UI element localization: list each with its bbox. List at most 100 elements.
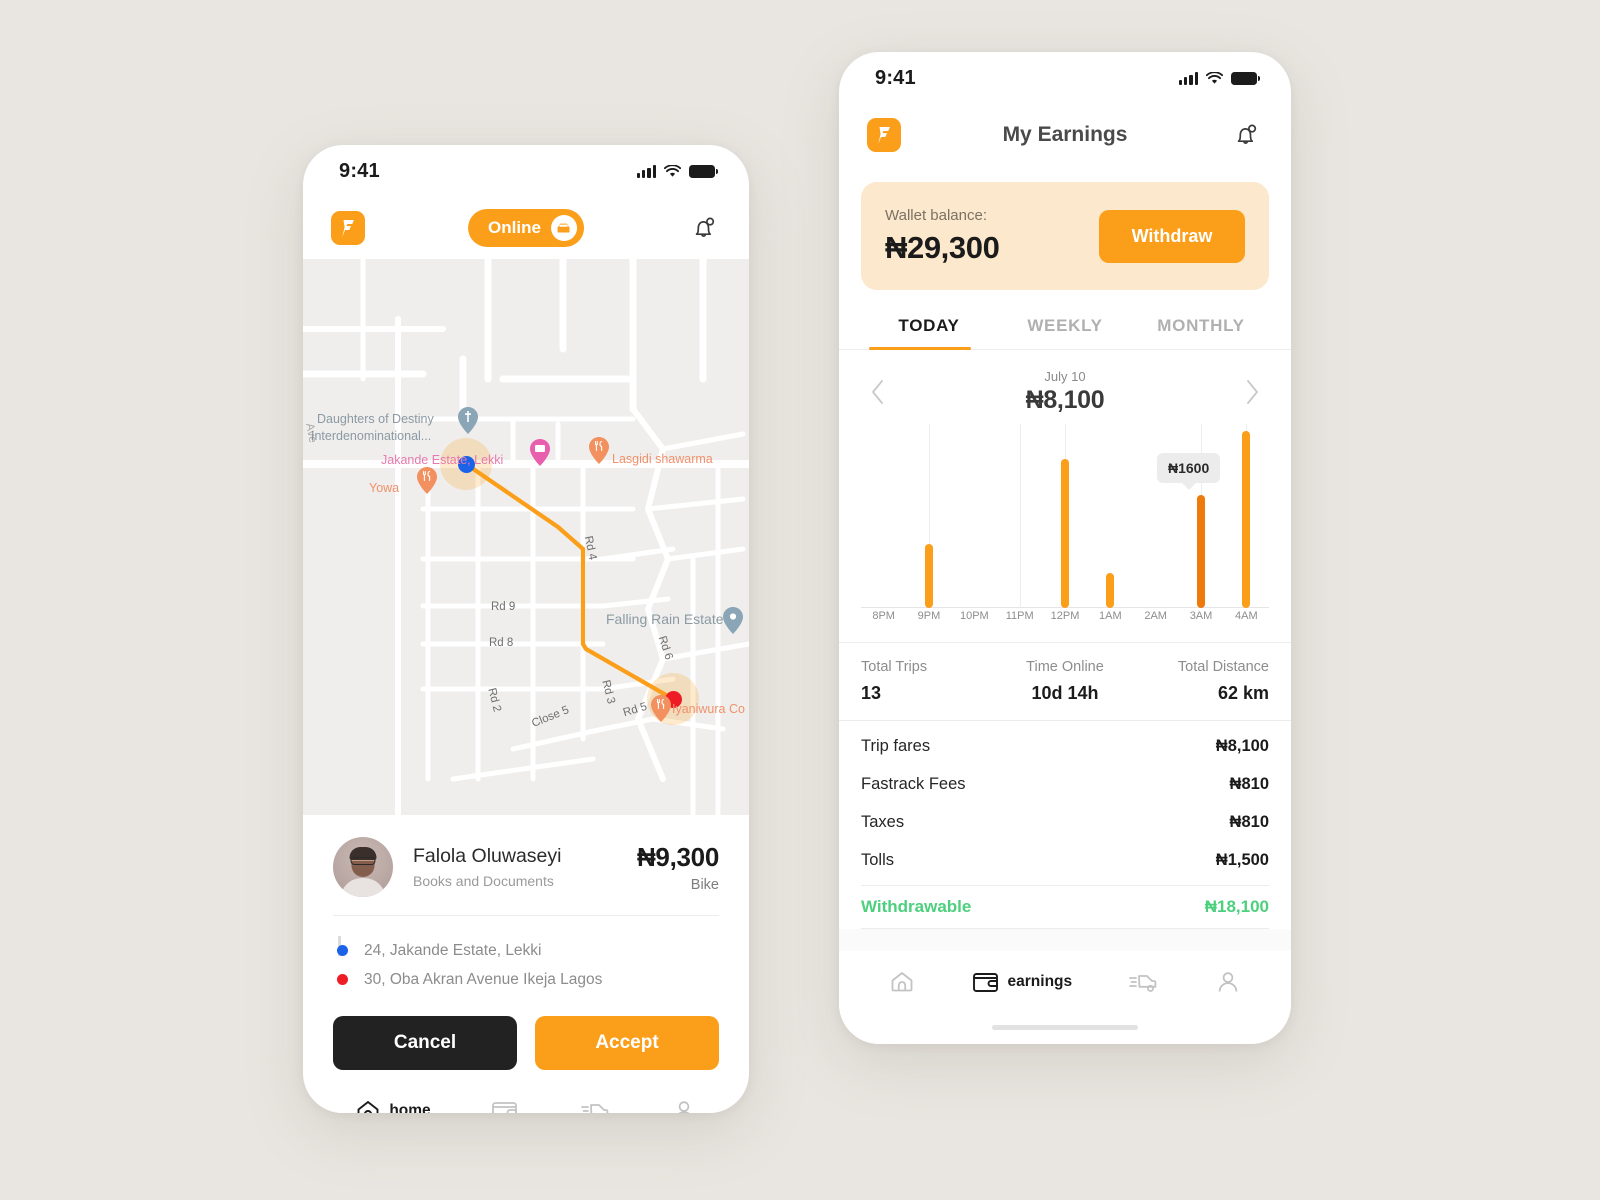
wallet-balance-card: Wallet balance: ₦29,300 Withdraw bbox=[861, 182, 1269, 290]
chart-x-tick-label: 3AM bbox=[1189, 610, 1213, 622]
app-bar: Online bbox=[303, 197, 749, 259]
rider-name: Falola Oluwaseyi bbox=[413, 845, 562, 867]
ride-request-card: Falola Oluwaseyi Books and Documents ₦9,… bbox=[303, 815, 749, 1070]
nav-item-profile[interactable] bbox=[1215, 969, 1241, 995]
chevron-right-icon[interactable] bbox=[1239, 379, 1265, 405]
nav-item-deliveries[interactable] bbox=[580, 1099, 610, 1113]
cellular-bars-icon bbox=[636, 164, 656, 178]
chart-summary: July 10 ₦8,100 bbox=[1026, 369, 1105, 415]
online-status-toggle[interactable]: Online bbox=[468, 209, 584, 247]
withdrawable-value: ₦18,100 bbox=[1204, 897, 1269, 916]
fare-info: ₦9,300 Bike bbox=[637, 842, 719, 893]
chart-bar[interactable] bbox=[924, 544, 933, 608]
restaurant-poi-icon bbox=[589, 437, 609, 464]
dropoff-address-text: 30, Oba Akran Avenue Ikeja Lagos bbox=[364, 970, 603, 988]
wallet-icon bbox=[972, 973, 998, 992]
nav-item-profile[interactable] bbox=[671, 1098, 697, 1113]
fee-label: Tolls bbox=[861, 850, 895, 869]
wallet-text: Wallet balance: ₦29,300 bbox=[885, 206, 1000, 266]
status-bar: 9:41 bbox=[303, 145, 749, 197]
shopping-poi-icon bbox=[530, 439, 550, 466]
earnings-bar-chart[interactable]: 8PM 9PM 10PM 11PM 12PM 1AM 2AM 3AM 4AM ₦1600 bbox=[861, 424, 1269, 624]
chart-x-tick-label: 12PM bbox=[1050, 610, 1080, 622]
cancel-button[interactable]: Cancel bbox=[333, 1016, 517, 1070]
stat-value: 62 km bbox=[1217, 683, 1269, 703]
tab-today[interactable]: TODAY bbox=[861, 316, 997, 350]
online-status-label: Online bbox=[488, 218, 541, 237]
chart-x-tick-label: 9PM bbox=[917, 610, 941, 622]
map-label: Yowa bbox=[369, 481, 400, 495]
notifications-bell-button[interactable] bbox=[687, 211, 721, 245]
nav-label-earnings: earnings bbox=[1007, 973, 1073, 990]
wifi-icon bbox=[664, 164, 681, 177]
map-label: Jakande Estate, Lekki bbox=[381, 453, 504, 467]
chevron-left-icon[interactable] bbox=[865, 379, 891, 405]
pickup-dot-icon bbox=[337, 945, 348, 956]
content-spacer bbox=[839, 929, 1291, 951]
earnings-body: My Earnings Wallet balance: ₦29,300 With… bbox=[839, 104, 1291, 1044]
stat-value: 13 bbox=[861, 683, 882, 703]
map-label: Rd 8 bbox=[489, 637, 514, 649]
fee-row-trip-fares: Trip fares ₦8,100 bbox=[861, 727, 1269, 765]
fee-row-fastrack-fees: Fastrack Fees ₦810 bbox=[861, 765, 1269, 803]
chart-gridline bbox=[1019, 424, 1021, 608]
map-label: Iyaniwura Co bbox=[672, 702, 745, 716]
wallet-icon bbox=[492, 1102, 518, 1113]
driver-home-phone: 9:41 Online Daughters of Destiny Interde… bbox=[303, 145, 749, 1113]
church-poi-icon bbox=[458, 407, 478, 434]
home-icon bbox=[357, 1101, 379, 1113]
accept-button[interactable]: Accept bbox=[535, 1016, 719, 1070]
chart-bar[interactable] bbox=[1106, 573, 1115, 608]
stat-label: Total Distance bbox=[1177, 659, 1269, 675]
fee-label: Fastrack Fees bbox=[861, 774, 966, 793]
dropoff-address-row: 30, Oba Akran Avenue Ikeja Lagos bbox=[337, 965, 719, 994]
chart-x-tick-labels: 8PM 9PM 10PM 11PM 12PM 1AM 2AM 3AM 4AM bbox=[861, 610, 1269, 628]
map-view[interactable]: Daughters of Destiny Interdenominational… bbox=[303, 259, 749, 815]
map-label: Falling Rain Estate bbox=[606, 611, 724, 627]
fee-value: ₦8,100 bbox=[1215, 736, 1269, 755]
wallet-balance-label: Wallet balance: bbox=[885, 206, 987, 224]
chart-bar[interactable] bbox=[1197, 495, 1205, 608]
tab-weekly[interactable]: WEEKLY bbox=[997, 316, 1133, 349]
stat-label: Total Trips bbox=[861, 659, 928, 675]
home-indicator bbox=[992, 1025, 1138, 1030]
vehicle-type: Bike bbox=[690, 876, 719, 893]
wifi-icon bbox=[1206, 71, 1223, 84]
nav-item-home[interactable] bbox=[889, 969, 915, 995]
car-icon bbox=[550, 215, 577, 241]
nav-item-wallet[interactable] bbox=[491, 1099, 519, 1113]
restaurant-poi-icon bbox=[651, 695, 671, 722]
wallet-balance-amount: ₦29,300 bbox=[885, 229, 1000, 265]
earnings-chart-section: July 10 ₦8,100 8PM 9PM 10PM 11PM 12PM 1AM 2AM 3… bbox=[839, 350, 1291, 624]
notifications-bell-button[interactable] bbox=[1229, 118, 1263, 152]
bottom-nav: earnings bbox=[839, 951, 1291, 1013]
chart-x-tick-label: 1AM bbox=[1099, 610, 1122, 622]
nav-item-deliveries[interactable] bbox=[1128, 970, 1158, 994]
map-label: Interdenominational... bbox=[311, 429, 432, 443]
fastrack-logo-icon[interactable] bbox=[331, 211, 365, 245]
status-bar-icons bbox=[1178, 71, 1261, 85]
fee-value: ₦810 bbox=[1229, 774, 1269, 793]
pickup-address-text: 24, Jakande Estate, Lekki bbox=[364, 941, 542, 959]
fee-label: Taxes bbox=[861, 812, 905, 831]
chart-bar[interactable] bbox=[1242, 431, 1251, 608]
person-icon bbox=[1218, 972, 1238, 992]
summary-stats: Total Trips 13 Time Online 10d 14h Total… bbox=[839, 642, 1291, 721]
stat-time-online: Time Online 10d 14h bbox=[997, 659, 1133, 704]
tab-monthly[interactable]: MONTHLY bbox=[1133, 316, 1269, 349]
bottom-nav: home bbox=[303, 1080, 749, 1113]
package-category: Books and Documents bbox=[413, 873, 554, 889]
stat-total-distance: Total Distance 62 km bbox=[1133, 659, 1269, 704]
nav-item-home[interactable]: home bbox=[355, 1098, 431, 1113]
period-tabs: TODAY WEEKLY MONTHLY bbox=[839, 290, 1291, 350]
chart-bar[interactable] bbox=[1061, 459, 1069, 608]
status-bar-icons bbox=[636, 164, 719, 178]
fastrack-logo-icon[interactable] bbox=[867, 118, 901, 152]
chart-x-tick-label: 2AM bbox=[1144, 610, 1167, 622]
app-bar: My Earnings bbox=[839, 104, 1291, 166]
withdraw-button[interactable]: Withdraw bbox=[1099, 209, 1245, 263]
withdrawable-label: Withdrawable bbox=[861, 897, 972, 916]
chart-x-tick-label: 8PM bbox=[872, 610, 895, 622]
ride-header: Falola Oluwaseyi Books and Documents ₦9,… bbox=[333, 837, 719, 897]
nav-item-earnings[interactable]: earnings bbox=[972, 970, 1073, 994]
